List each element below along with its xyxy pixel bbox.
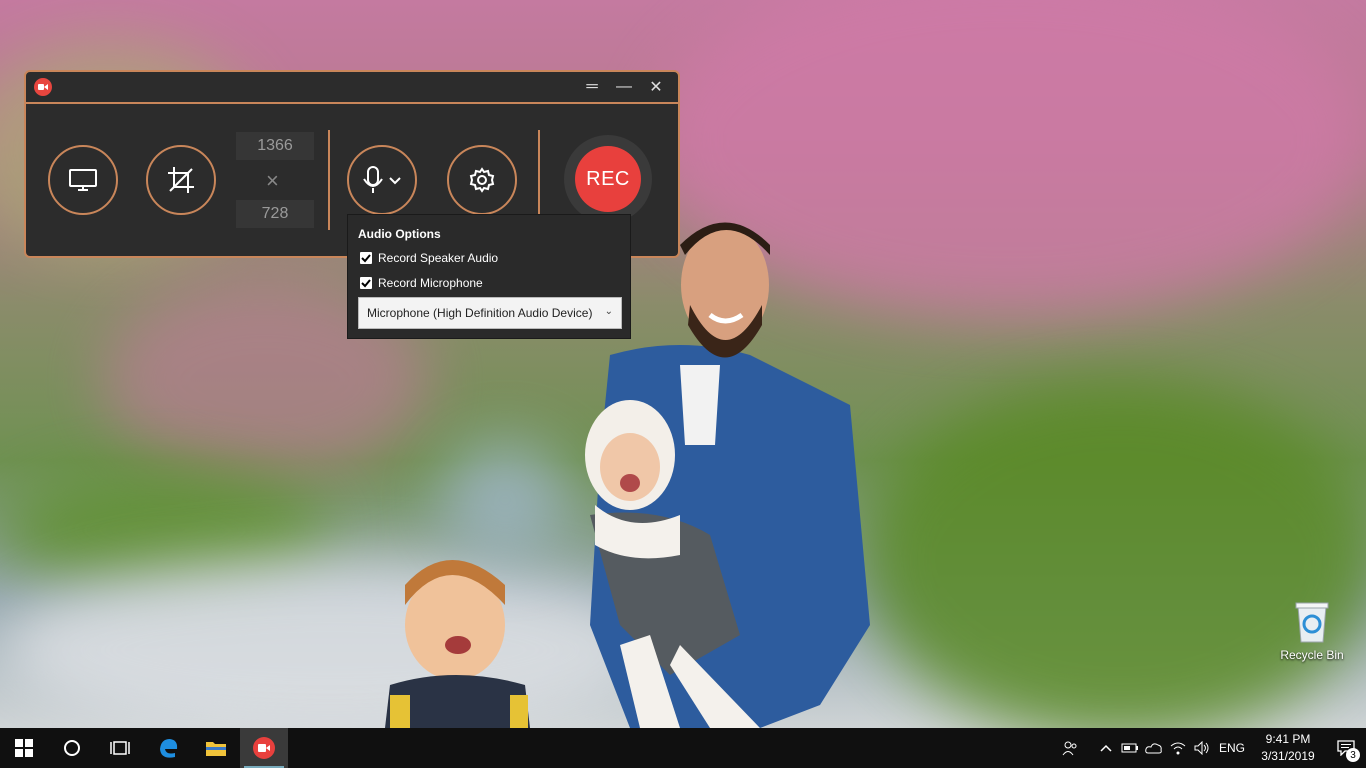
- edge-icon: [160, 739, 178, 758]
- recycle-bin-label: Recycle Bin: [1280, 648, 1344, 662]
- monitor-icon: [69, 169, 97, 191]
- action-center-button[interactable]: 3: [1326, 728, 1366, 768]
- minimize-button[interactable]: —: [612, 76, 636, 98]
- checkbox-checked-icon[interactable]: [360, 277, 372, 289]
- notification-badge: 3: [1346, 748, 1360, 762]
- width-input[interactable]: 1366: [236, 132, 314, 160]
- clock-time: 9:41 PM: [1265, 732, 1311, 746]
- volume-icon[interactable]: [1190, 728, 1214, 768]
- recorder-icon: [253, 737, 275, 759]
- gear-icon: [469, 167, 495, 193]
- system-tray: ENG 9:41 PM 3/31/2019 3: [1058, 728, 1366, 768]
- selected-device-label: Microphone (High Definition Audio Device…: [367, 306, 593, 320]
- settings-button[interactable]: [447, 145, 517, 215]
- audio-options-title: Audio Options: [358, 227, 441, 241]
- region-capture-button[interactable]: [146, 145, 216, 215]
- fullscreen-capture-button[interactable]: [48, 145, 118, 215]
- cortana-button[interactable]: [48, 728, 96, 768]
- circle-icon: [64, 740, 80, 756]
- chevron-down-icon: ⌄: [604, 306, 613, 317]
- edge-button[interactable]: [144, 728, 192, 768]
- record-microphone-checkbox[interactable]: Record Microphone: [360, 276, 483, 290]
- clock[interactable]: 9:41 PM 3/31/2019: [1250, 731, 1326, 765]
- task-view-button[interactable]: [96, 728, 144, 768]
- recorder-app-button[interactable]: [240, 728, 288, 768]
- audio-options-popup: Audio Options Record Speaker Audio Recor…: [347, 214, 631, 339]
- close-button[interactable]: ✕: [644, 76, 668, 98]
- checkbox-checked-icon[interactable]: [360, 252, 372, 264]
- start-button[interactable]: [0, 728, 48, 768]
- times-separator: ×: [266, 168, 279, 193]
- people-icon[interactable]: [1058, 728, 1082, 768]
- tray-spacer: [1082, 728, 1094, 768]
- divider: [328, 130, 330, 230]
- chevron-up-icon[interactable]: [1094, 728, 1118, 768]
- file-explorer-button[interactable]: [192, 728, 240, 768]
- record-speaker-label: Record Speaker Audio: [378, 251, 499, 265]
- recorder-app-icon: [34, 78, 52, 96]
- recycle-bin[interactable]: Recycle Bin: [1280, 600, 1344, 662]
- record-button-ring: REC: [564, 135, 652, 223]
- microphone-icon: [363, 166, 401, 193]
- battery-icon[interactable]: [1118, 728, 1142, 768]
- language-indicator[interactable]: ENG: [1214, 728, 1250, 768]
- record-button[interactable]: REC: [575, 146, 641, 212]
- menu-button[interactable]: ═: [580, 76, 604, 98]
- title-bar[interactable]: ═ — ✕: [26, 72, 678, 104]
- height-input[interactable]: 728: [236, 200, 314, 228]
- hedge-right: [860, 380, 1366, 728]
- windows-logo-icon: [15, 739, 33, 757]
- folder-icon: [206, 742, 226, 756]
- task-view-icon: [110, 741, 130, 755]
- taskbar: ENG 9:41 PM 3/31/2019 3: [0, 728, 1366, 768]
- onedrive-icon[interactable]: [1142, 728, 1166, 768]
- crop-icon: [168, 167, 194, 193]
- record-speaker-checkbox[interactable]: Record Speaker Audio: [360, 251, 498, 265]
- clock-date: 3/31/2019: [1261, 749, 1315, 763]
- record-microphone-label: Record Microphone: [378, 276, 483, 290]
- microphone-device-select[interactable]: Microphone (High Definition Audio Device…: [358, 297, 622, 329]
- recycle-bin-icon: [1295, 602, 1329, 643]
- audio-options-button[interactable]: [347, 145, 417, 215]
- chevron-down-icon: [389, 177, 401, 185]
- wifi-icon[interactable]: [1166, 728, 1190, 768]
